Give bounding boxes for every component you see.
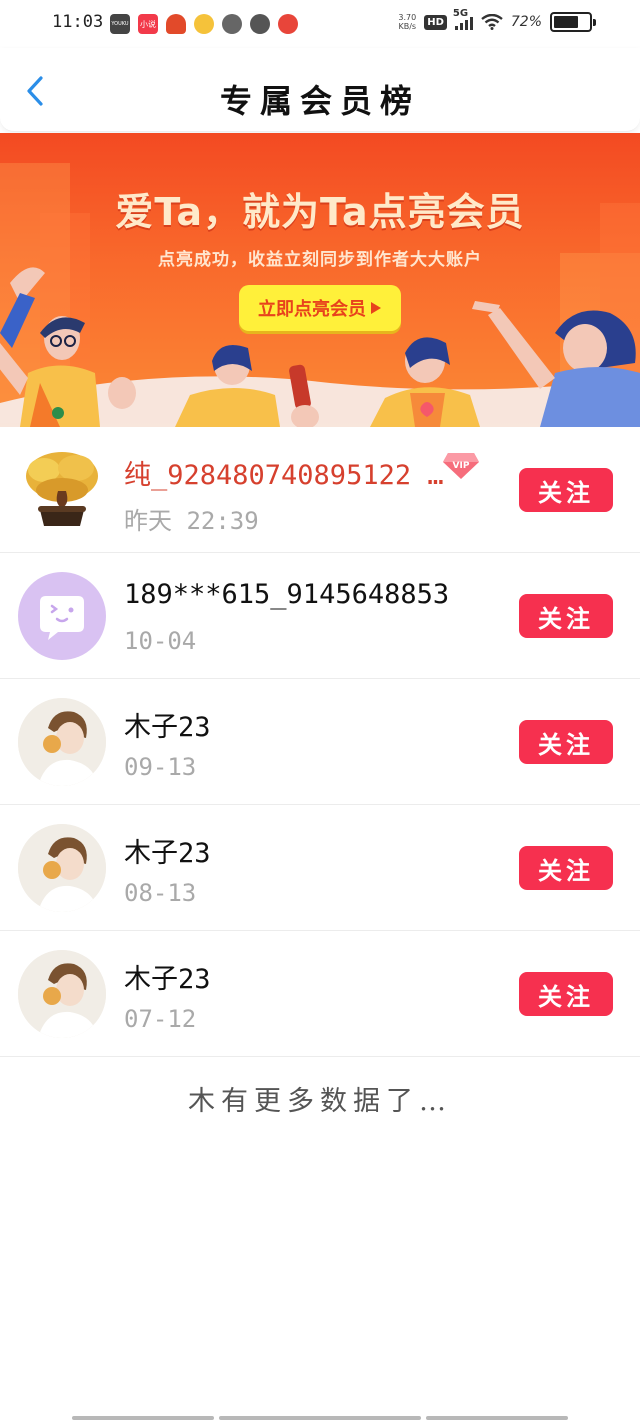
nav-header: 专属会员榜 bbox=[0, 48, 640, 132]
member-name: 189***615_9145648853 bbox=[124, 579, 450, 610]
avatar[interactable] bbox=[18, 446, 106, 534]
net-speed-value: 3.70 bbox=[398, 13, 417, 22]
avatar[interactable] bbox=[18, 698, 106, 786]
avatar[interactable] bbox=[18, 824, 106, 912]
activate-membership-button[interactable]: 立即点亮会员 bbox=[239, 285, 401, 331]
money-tree-icon bbox=[26, 452, 98, 526]
signal-icon: 5G bbox=[453, 8, 473, 30]
net-speed: 3.70 KB/s bbox=[398, 13, 416, 31]
notification-icons: YOUKU 小说 bbox=[110, 14, 298, 34]
list-item[interactable]: 189***615_9145648853 10-04 关注 bbox=[0, 553, 640, 679]
follow-button[interactable]: 关注 bbox=[519, 720, 613, 764]
default-chat-avatar-icon bbox=[40, 596, 84, 640]
list-item[interactable]: 木子23 07-12 关注 bbox=[0, 931, 640, 1057]
status-indicators: 3.70 KB/s HD 5G 72% bbox=[398, 8, 596, 32]
net-speed-unit: KB/s bbox=[398, 22, 417, 31]
youku-app-icon: YOUKU bbox=[110, 14, 130, 34]
member-name: 纯_928480740895122 … bbox=[124, 460, 444, 491]
follow-button[interactable]: 关注 bbox=[519, 594, 613, 638]
promo-banner[interactable]: 爱Ta，就为Ta点亮会员 点亮成功，收益立刻同步到作者大大账户 立即点亮会员 bbox=[0, 133, 640, 427]
battery-fill bbox=[554, 16, 579, 28]
game-app-icon bbox=[166, 14, 186, 34]
person-photo-avatar bbox=[18, 698, 106, 786]
novel-app-icon: 小说 bbox=[138, 14, 158, 34]
follow-button[interactable]: 关注 bbox=[519, 972, 613, 1016]
battery-percent: 72% bbox=[510, 14, 542, 30]
avatar[interactable] bbox=[18, 572, 106, 660]
battery-icon bbox=[550, 12, 596, 32]
wifi-icon bbox=[481, 14, 503, 30]
follow-button[interactable]: 关注 bbox=[519, 846, 613, 890]
member-name: 木子23 bbox=[124, 838, 211, 869]
no-more-data-text: 木有更多数据了… bbox=[188, 1086, 452, 1117]
member-name: 木子23 bbox=[124, 964, 211, 995]
network-type: 5G bbox=[452, 8, 469, 19]
character-app-icon bbox=[194, 14, 214, 34]
hd-badge: HD bbox=[424, 14, 447, 30]
gesture-navigation-bar[interactable] bbox=[0, 1414, 640, 1420]
avatar[interactable] bbox=[18, 950, 106, 1038]
status-bar: 11:03 YOUKU 小说 3.70 KB/s HD 5G 72% bbox=[0, 0, 640, 48]
weibo-icon bbox=[278, 14, 298, 34]
person-photo-avatar bbox=[18, 824, 106, 912]
vip-badge-label: VIP bbox=[453, 461, 470, 471]
follow-button[interactable]: 关注 bbox=[519, 468, 613, 512]
play-triangle-icon bbox=[371, 302, 381, 314]
vip-diamond-icon: VIP bbox=[443, 453, 479, 479]
member-list: 纯_928480740895122 … VIP 昨天 22:39 关注 189*… bbox=[0, 427, 640, 1057]
activate-membership-label: 立即点亮会员 bbox=[258, 299, 366, 320]
member-time: 昨天 22:39 bbox=[124, 507, 259, 535]
banner-subtitle: 点亮成功，收益立刻同步到作者大大账户 bbox=[158, 250, 482, 270]
banner-illustration bbox=[0, 267, 640, 427]
member-time: 10-04 bbox=[124, 627, 197, 655]
list-item[interactable]: 纯_928480740895122 … VIP 昨天 22:39 关注 bbox=[0, 427, 640, 553]
banner-headline: 爱Ta，就为Ta点亮会员 bbox=[115, 190, 525, 234]
person-photo-avatar bbox=[18, 950, 106, 1038]
member-time: 07-12 bbox=[124, 1005, 197, 1033]
member-time: 09-13 bbox=[124, 753, 197, 781]
status-time: 11:03 bbox=[52, 12, 104, 32]
member-time: 08-13 bbox=[124, 879, 197, 907]
link-app-icon bbox=[222, 14, 242, 34]
wechat-icon bbox=[250, 14, 270, 34]
list-item[interactable]: 木子23 09-13 关注 bbox=[0, 679, 640, 805]
member-name: 木子23 bbox=[124, 712, 211, 743]
page-title: 专属会员榜 bbox=[219, 82, 420, 120]
list-item[interactable]: 木子23 08-13 关注 bbox=[0, 805, 640, 931]
